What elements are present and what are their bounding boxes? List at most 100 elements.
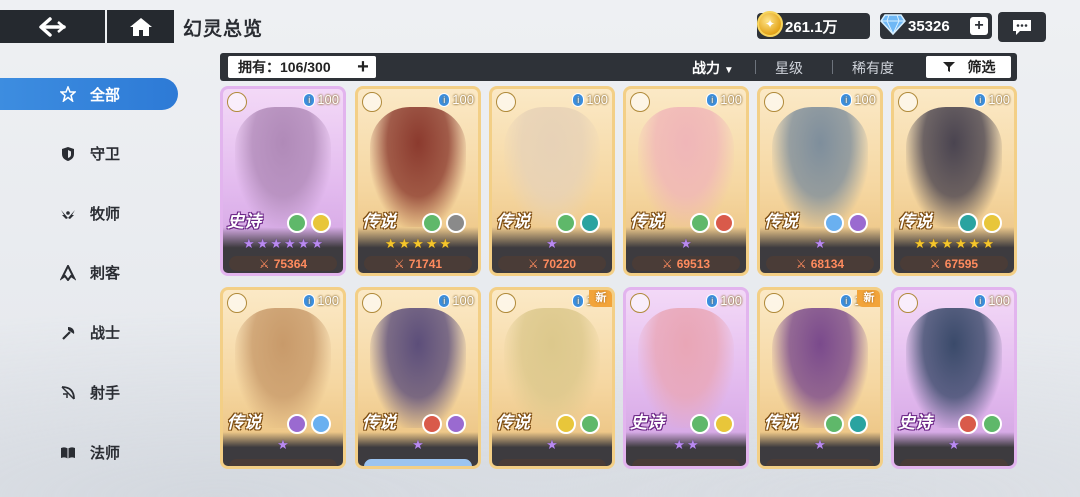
level-badge-icon: i <box>572 92 585 107</box>
rarity-label: 传说 <box>227 413 261 432</box>
combat-power-value: 69513 <box>676 256 711 271</box>
hero-level: i100 <box>303 92 339 107</box>
star-icon: ★ <box>398 236 411 251</box>
sidebar-item-guard[interactable]: 守卫 <box>60 143 120 164</box>
hero-level-value: 100 <box>988 293 1010 308</box>
star-icon: ★ <box>412 437 424 452</box>
hero-card[interactable]: i 100 传说 ★ ⚔ 68134 <box>757 86 883 276</box>
sidebar-item-warrior[interactable]: 战士 <box>60 322 120 343</box>
star-rating: ★ <box>760 437 880 453</box>
sort-star-button[interactable]: 星级 <box>775 58 803 78</box>
sidebar-item-label: 全部 <box>90 86 121 104</box>
filter-button[interactable]: 筛选 <box>926 56 1011 78</box>
element-icon <box>824 213 844 233</box>
hero-level: i100 <box>572 92 608 107</box>
sidebar-item-label: 守卫 <box>90 146 121 163</box>
sidebar-item-all[interactable]: 全部 <box>0 78 178 110</box>
hero-level: i100 <box>840 92 876 107</box>
hero-card[interactable]: i 100 传说 ★ <box>220 287 346 469</box>
hero-card[interactable]: i 100 传说 ★ ⚔ 69513 <box>623 86 749 276</box>
sidebar-item-label: 刺客 <box>90 265 121 282</box>
element-icon <box>848 213 868 233</box>
hero-level: i100 <box>706 293 742 308</box>
rarity-label: 传说 <box>764 413 798 432</box>
combat-power: ⚔ 70220 <box>498 256 606 271</box>
hero-level: i100 <box>303 293 339 308</box>
hero-card[interactable]: i 100 传说 ★ ★ ★ ★ ★ ★ ⚔ 67595 <box>891 86 1017 276</box>
combat-power <box>229 459 337 466</box>
star-icon: ★ <box>256 236 269 251</box>
caret-down-icon: ▼ <box>723 65 734 76</box>
star-icon: ★ <box>439 236 452 251</box>
back-button[interactable] <box>0 10 105 43</box>
rarity-label: 传说 <box>362 413 396 432</box>
level-badge-icon: i <box>840 293 853 308</box>
star-icon: ★ <box>968 236 981 251</box>
star-icon: ★ <box>311 236 323 251</box>
combat-power: ⚔ 75364 <box>229 256 337 271</box>
sort-power-button[interactable]: 战力 ▼ <box>692 58 734 78</box>
filter-bar: 拥有：106/300 + 战力 ▼ 星级 稀有度 筛选 <box>220 53 1017 81</box>
combat-power: ⚔ 71741 <box>364 256 472 271</box>
sidebar-item-label: 射手 <box>90 385 121 402</box>
star-icon: ★ <box>673 437 685 452</box>
level-badge-icon: i <box>572 293 585 308</box>
hero-card[interactable]: i 100 传说 ★ <box>355 287 481 469</box>
star-rating: ★ <box>760 236 880 252</box>
star-icon: ★ <box>284 236 296 251</box>
add-gems-button[interactable]: + <box>970 17 988 35</box>
star-icon: ★ <box>384 236 397 251</box>
combat-power-value: 75364 <box>273 256 308 271</box>
new-badge: 新 <box>857 290 880 307</box>
hero-level-value: 100 <box>854 92 876 107</box>
chat-button[interactable] <box>998 12 1046 42</box>
sort-power-label: 战力 <box>692 60 720 76</box>
element-icon <box>446 414 466 434</box>
star-rating: ★ <box>223 437 343 453</box>
owned-count[interactable]: 拥有：106/300 + <box>228 56 376 78</box>
crossed-swords-icon: ⚔ <box>795 256 807 271</box>
element-icon <box>690 414 710 434</box>
hero-card[interactable]: i 100 史诗 ★ ★ ★ ★ ★ ★ ⚔ 75364 <box>220 86 346 276</box>
diamond-icon <box>880 14 906 36</box>
hero-level-value: 100 <box>317 92 339 107</box>
hero-card[interactable]: i100新传说★ <box>757 287 883 469</box>
star-rating: ★ ★ ★ ★ ★ ★ <box>894 236 1014 252</box>
level-badge-icon: i <box>303 92 316 107</box>
home-button[interactable] <box>107 10 174 43</box>
crossed-swords-icon: ⚔ <box>258 256 270 271</box>
level-badge-icon: i <box>706 92 719 107</box>
hero-card[interactable]: i 100 史诗 ★ ★ <box>623 287 749 469</box>
hero-level-value: 100 <box>720 92 742 107</box>
new-badge: 新 <box>589 290 612 307</box>
rarity-label: 史诗 <box>898 413 932 432</box>
hero-card[interactable]: i 100 传说 ★ ★ ★ ★ ★ ⚔ 71741 <box>355 86 481 276</box>
combat-power-value: 70220 <box>542 256 577 271</box>
element-icon <box>982 414 1002 434</box>
star-icon: ★ <box>814 437 826 452</box>
sidebar-item-assassin[interactable]: 刺客 <box>60 262 120 283</box>
hero-card[interactable]: i100新传说★ <box>489 287 615 469</box>
sidebar-item-label: 牧师 <box>90 206 121 223</box>
owned-count-label: 拥有：106/300 <box>238 59 331 75</box>
hero-card[interactable]: i 100 史诗 ★ <box>891 287 1017 469</box>
star-rating: ★ <box>358 437 478 453</box>
crossed-swords-icon: ⚔ <box>929 256 941 271</box>
level-badge-icon: i <box>706 293 719 308</box>
star-rating: ★ ★ <box>626 437 746 453</box>
sort-rarity-button[interactable]: 稀有度 <box>852 58 894 78</box>
star-icon: ★ <box>927 236 940 251</box>
element-icon <box>422 414 442 434</box>
expand-capacity-button[interactable]: + <box>354 57 372 77</box>
star-icon: ★ <box>941 236 953 251</box>
gold-amount: 261.1万 <box>785 18 838 36</box>
sidebar-item-priest[interactable]: 牧师 <box>60 203 120 224</box>
sidebar-item-archer[interactable]: 射手 <box>60 382 120 403</box>
star-icon: ★ <box>914 236 926 251</box>
star-icon: ★ <box>982 236 994 251</box>
star-icon: ★ <box>546 236 558 251</box>
hero-card[interactable]: i 100 传说 ★ ⚔ 70220 <box>489 86 615 276</box>
sidebar-item-mage[interactable]: 法师 <box>60 442 120 463</box>
sidebar-item-label: 战士 <box>90 325 121 342</box>
element-icon <box>311 414 331 434</box>
